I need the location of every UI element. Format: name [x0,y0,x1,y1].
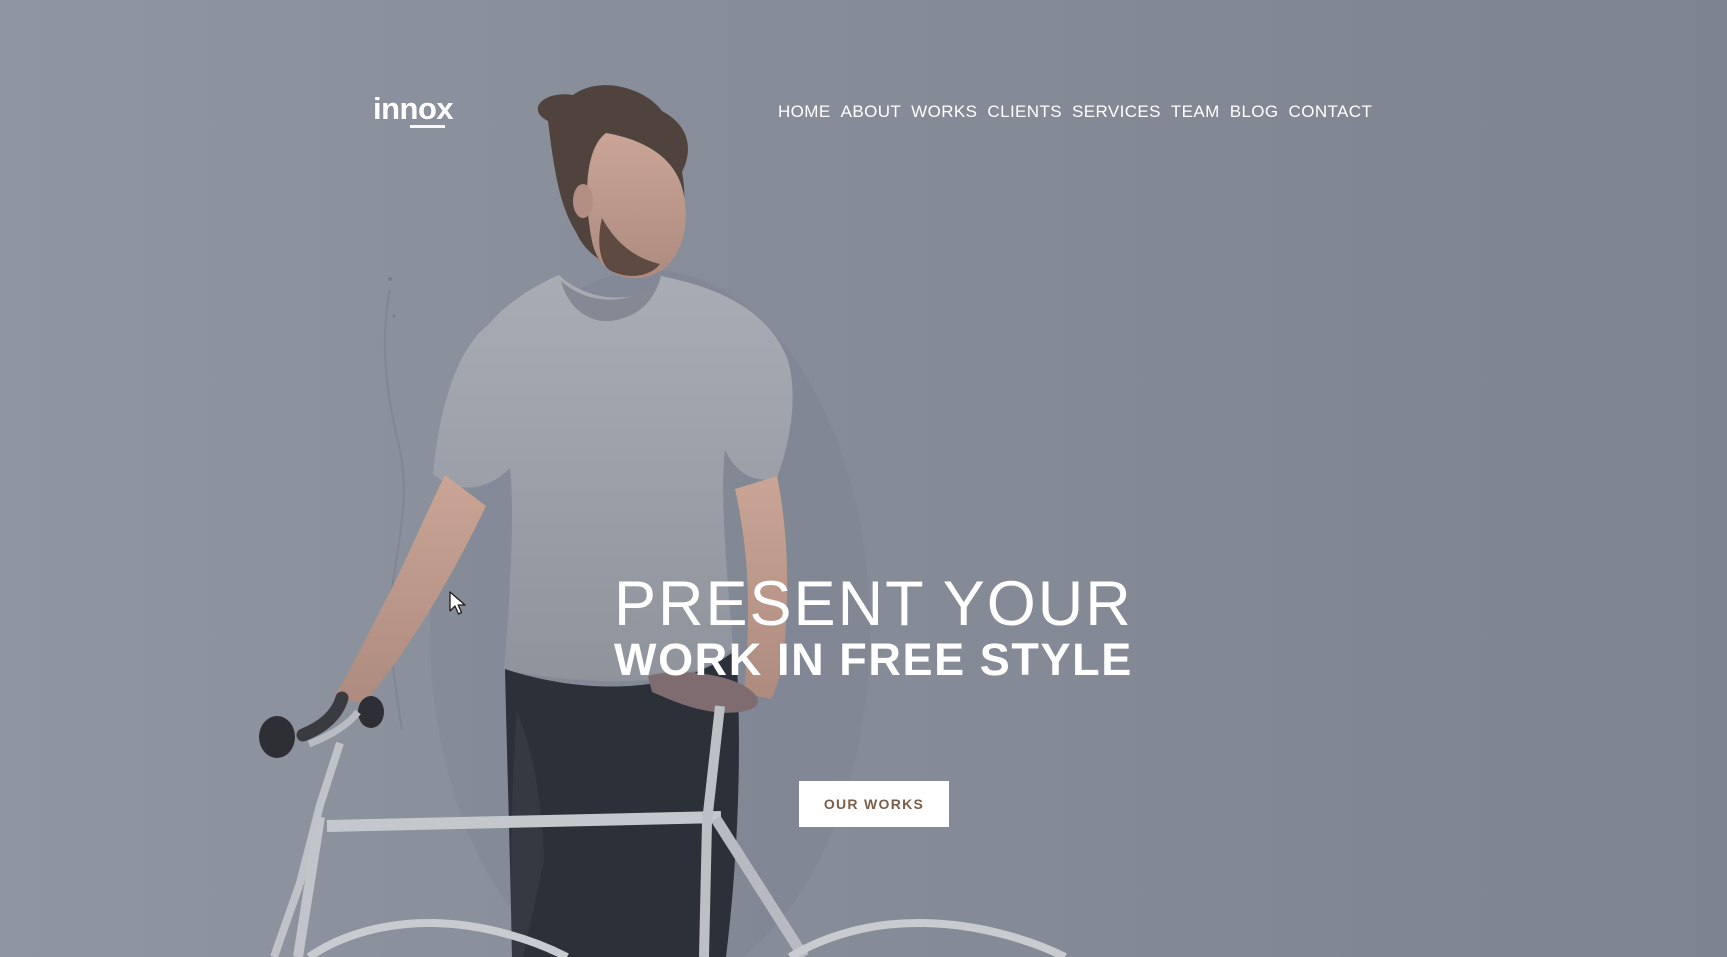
nav-item-clients[interactable]: CLIENTS [987,103,1062,120]
brand-logo[interactable]: innox [373,93,454,128]
hero-headline: PRESENT YOUR WORK IN FREE STYLE [614,569,1133,685]
nav-item-services[interactable]: SERVICES [1072,103,1161,120]
site-header: innox HOME ABOUT WORKS CLIENTS SERVICES … [0,0,1727,200]
hero-section: innox HOME ABOUT WORKS CLIENTS SERVICES … [0,0,1727,957]
nav-item-about[interactable]: ABOUT [841,103,902,120]
nav-item-works[interactable]: WORKS [911,103,977,120]
nav-item-blog[interactable]: BLOG [1230,103,1279,120]
nav-item-contact[interactable]: CONTACT [1289,103,1373,120]
hero-headline-line-2: WORK IN FREE STYLE [614,633,1133,685]
mouse-pointer-icon [449,591,466,615]
hero-headline-line-1: PRESENT YOUR [614,569,1133,639]
nav-item-home[interactable]: HOME [778,103,831,120]
main-navigation: HOME ABOUT WORKS CLIENTS SERVICES TEAM B… [778,103,1372,120]
our-works-button[interactable]: OUR WORKS [799,781,949,827]
nav-item-team[interactable]: TEAM [1171,103,1220,120]
